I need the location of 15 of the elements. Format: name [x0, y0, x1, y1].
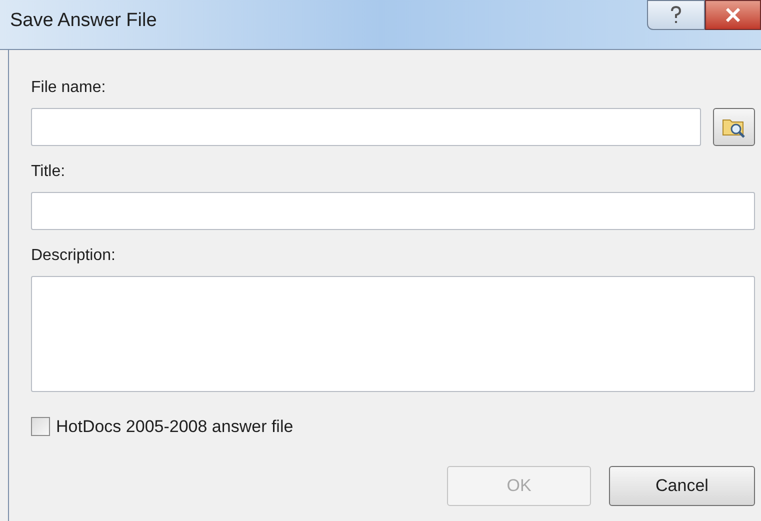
help-button[interactable]	[647, 0, 705, 30]
text-field[interactable]	[31, 108, 701, 146]
checkbox[interactable]	[31, 417, 50, 436]
cancel-button[interactable]: Cancel	[609, 466, 755, 506]
close-button[interactable]	[705, 0, 761, 30]
help-icon	[670, 6, 682, 24]
browse-button[interactable]	[713, 108, 755, 146]
close-icon	[725, 8, 741, 22]
window-title: Save Answer File	[9, 9, 157, 34]
checkbox-label: HotDocs 2005-2008 answer file	[56, 416, 294, 438]
field-label: Description:	[31, 246, 116, 266]
field-label: File name:	[31, 78, 107, 98]
description-field[interactable]	[31, 276, 755, 392]
text-field[interactable]	[31, 192, 755, 230]
field-label: Title:	[31, 162, 66, 182]
